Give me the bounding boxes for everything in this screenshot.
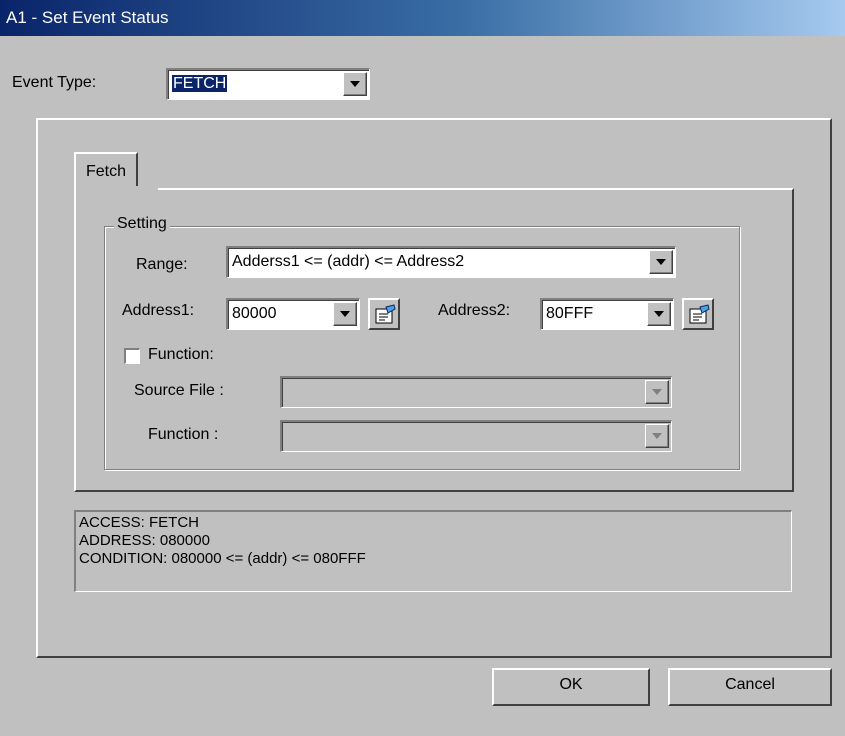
address2-field[interactable]: 80FFF <box>540 298 674 330</box>
function-dropdown-icon[interactable] <box>645 424 669 448</box>
ok-button[interactable]: OK <box>492 668 650 706</box>
address1-field[interactable]: 80000 <box>226 298 360 330</box>
source-file-label: Source File : <box>134 382 224 399</box>
setting-group-label: Setting <box>114 215 170 233</box>
range-select[interactable]: Adderss1 <= (addr) <= Address2 <box>226 246 676 278</box>
event-type-dropdown-icon[interactable] <box>343 72 367 96</box>
address2-browse-button[interactable] <box>682 298 714 330</box>
range-dropdown-icon[interactable] <box>649 250 673 274</box>
function-checkbox-label: Function: <box>148 346 214 363</box>
address1-browse-button[interactable] <box>368 298 400 330</box>
tab-fetch[interactable]: Fetch <box>74 152 139 190</box>
function-checkbox[interactable] <box>124 348 140 364</box>
summary-line: ACCESS: FETCH <box>79 514 200 531</box>
window-title: A1 - Set Event Status <box>6 8 169 27</box>
range-value: Adderss1 <= (addr) <= Address2 <box>232 253 465 270</box>
browse-icon <box>375 304 396 324</box>
summary-line: CONDITION: 080000 <= (addr) <= 080FFF <box>79 550 366 567</box>
function-label: Function : <box>148 426 219 443</box>
address1-value: 80000 <box>232 305 277 322</box>
condition-summary: ACCESS: FETCH ADDRESS: 080000 CONDITION:… <box>74 510 792 592</box>
address2-label: Address2: <box>438 302 511 319</box>
summary-line: ADDRESS: 080000 <box>79 532 210 549</box>
event-type-value: FETCH <box>172 75 228 92</box>
tab-fetch-label: Fetch <box>86 163 127 180</box>
address2-dropdown-icon[interactable] <box>647 302 671 326</box>
cancel-button[interactable]: Cancel <box>668 668 832 706</box>
event-type-label: Event Type: <box>12 74 97 91</box>
address1-dropdown-icon[interactable] <box>333 302 357 326</box>
title-bar: A1 - Set Event Status <box>0 0 845 36</box>
function-select[interactable] <box>280 420 672 452</box>
event-type-select[interactable]: FETCH <box>166 68 370 100</box>
source-file-dropdown-icon[interactable] <box>645 380 669 404</box>
address1-label: Address1: <box>122 302 195 319</box>
source-file-select[interactable] <box>280 376 672 408</box>
browse-icon <box>689 304 710 324</box>
tab-merge <box>76 186 158 190</box>
address2-value: 80FFF <box>546 305 594 322</box>
range-label: Range: <box>136 256 188 273</box>
